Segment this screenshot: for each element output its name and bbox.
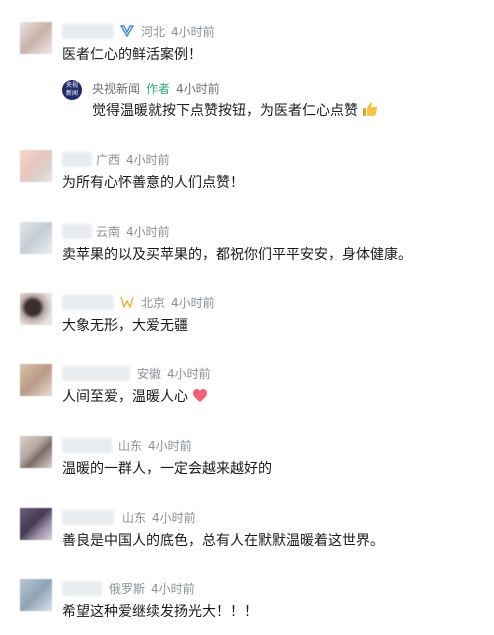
reply-avatar[interactable]: 央视 新闻 [62, 80, 82, 100]
comment-text: 人间至爱，温暖人心 [62, 386, 208, 406]
comment-time: 4小时前 [171, 296, 215, 310]
user-avatar[interactable] [20, 436, 52, 468]
user-avatar[interactable] [20, 579, 52, 611]
comment-meta: 北京 4小时前 [141, 294, 215, 311]
user-avatar[interactable] [20, 293, 52, 325]
comment-text-content: 人间至爱，温暖人心 [62, 389, 188, 405]
comment-time: 4小时前 [167, 367, 211, 381]
username-blurred[interactable] [62, 24, 114, 39]
username-blurred[interactable] [62, 152, 92, 167]
username-blurred[interactable] [62, 224, 92, 239]
username-blurred[interactable] [62, 510, 114, 525]
thumbs-up-emoji-icon [363, 102, 378, 116]
comment-text: 温暖的一群人，一定会越来越好的 [62, 461, 272, 477]
comment-meta: 俄罗斯 4小时前 [109, 580, 195, 597]
username-blurred[interactable] [62, 295, 114, 310]
comment-location: 山东 [122, 511, 147, 525]
comment-time: 4小时前 [151, 582, 195, 596]
comment-time: 4小时前 [152, 511, 196, 525]
author-tag: 作者 [146, 82, 171, 96]
username-blurred[interactable] [62, 438, 112, 453]
comment-text: 为所有心怀善意的人们点赞！ [62, 175, 244, 191]
comment-location: 河北 [141, 25, 166, 39]
comment-time: 4小时前 [171, 25, 215, 39]
username-blurred[interactable] [62, 366, 130, 381]
comment-location: 俄罗斯 [109, 582, 146, 596]
user-avatar[interactable] [20, 22, 52, 54]
blue-badge-icon [120, 25, 134, 37]
comment-location: 云南 [96, 225, 121, 239]
user-avatar[interactable] [20, 150, 52, 182]
comment-location: 山东 [118, 439, 143, 453]
comment-location: 广西 [96, 153, 121, 167]
comment-time: 4小时前 [148, 439, 192, 453]
comment-meta: 山东 4小时前 [122, 509, 196, 526]
reply-text: 觉得温暖就按下点赞按钮，为医者仁心点赞 [92, 100, 378, 120]
comment-text: 善良是中国人的底色，总有人在默默温暖着这世界。 [62, 533, 384, 549]
comment-time: 4小时前 [126, 153, 170, 167]
user-avatar[interactable] [20, 364, 52, 396]
comment-time: 4小时前 [126, 225, 170, 239]
reply-text-content: 觉得温暖就按下点赞按钮，为医者仁心点赞 [92, 103, 358, 119]
comment-meta: 山东 4小时前 [118, 437, 192, 454]
comment-meta: 云南 4小时前 [96, 223, 170, 240]
comment-location: 北京 [141, 296, 166, 310]
reply-meta: 央视新闻 作者 4小时前 [92, 80, 220, 97]
heart-emoji-icon [193, 389, 208, 402]
comment-meta: 河北 4小时前 [141, 23, 215, 40]
comment-text: 卖苹果的以及买苹果的，都祝你们平平安安，身体健康。 [62, 247, 412, 263]
username-blurred[interactable] [62, 581, 102, 596]
comment-location: 安徽 [137, 367, 162, 381]
comment-meta: 广西 4小时前 [96, 151, 170, 168]
user-avatar[interactable] [20, 508, 52, 540]
user-avatar[interactable] [20, 222, 52, 254]
reply-time: 4小时前 [176, 82, 220, 96]
comment-text: 医者仁心的鲜活案例！ [62, 47, 202, 63]
comment-text: 希望这种爱继续发扬光大！！！ [62, 604, 258, 620]
comment-text: 大象无形，大爱无疆 [62, 318, 188, 334]
reply-author-name[interactable]: 央视新闻 [92, 82, 140, 96]
gold-badge-icon [120, 296, 134, 308]
comment-meta: 安徽 4小时前 [137, 365, 211, 382]
